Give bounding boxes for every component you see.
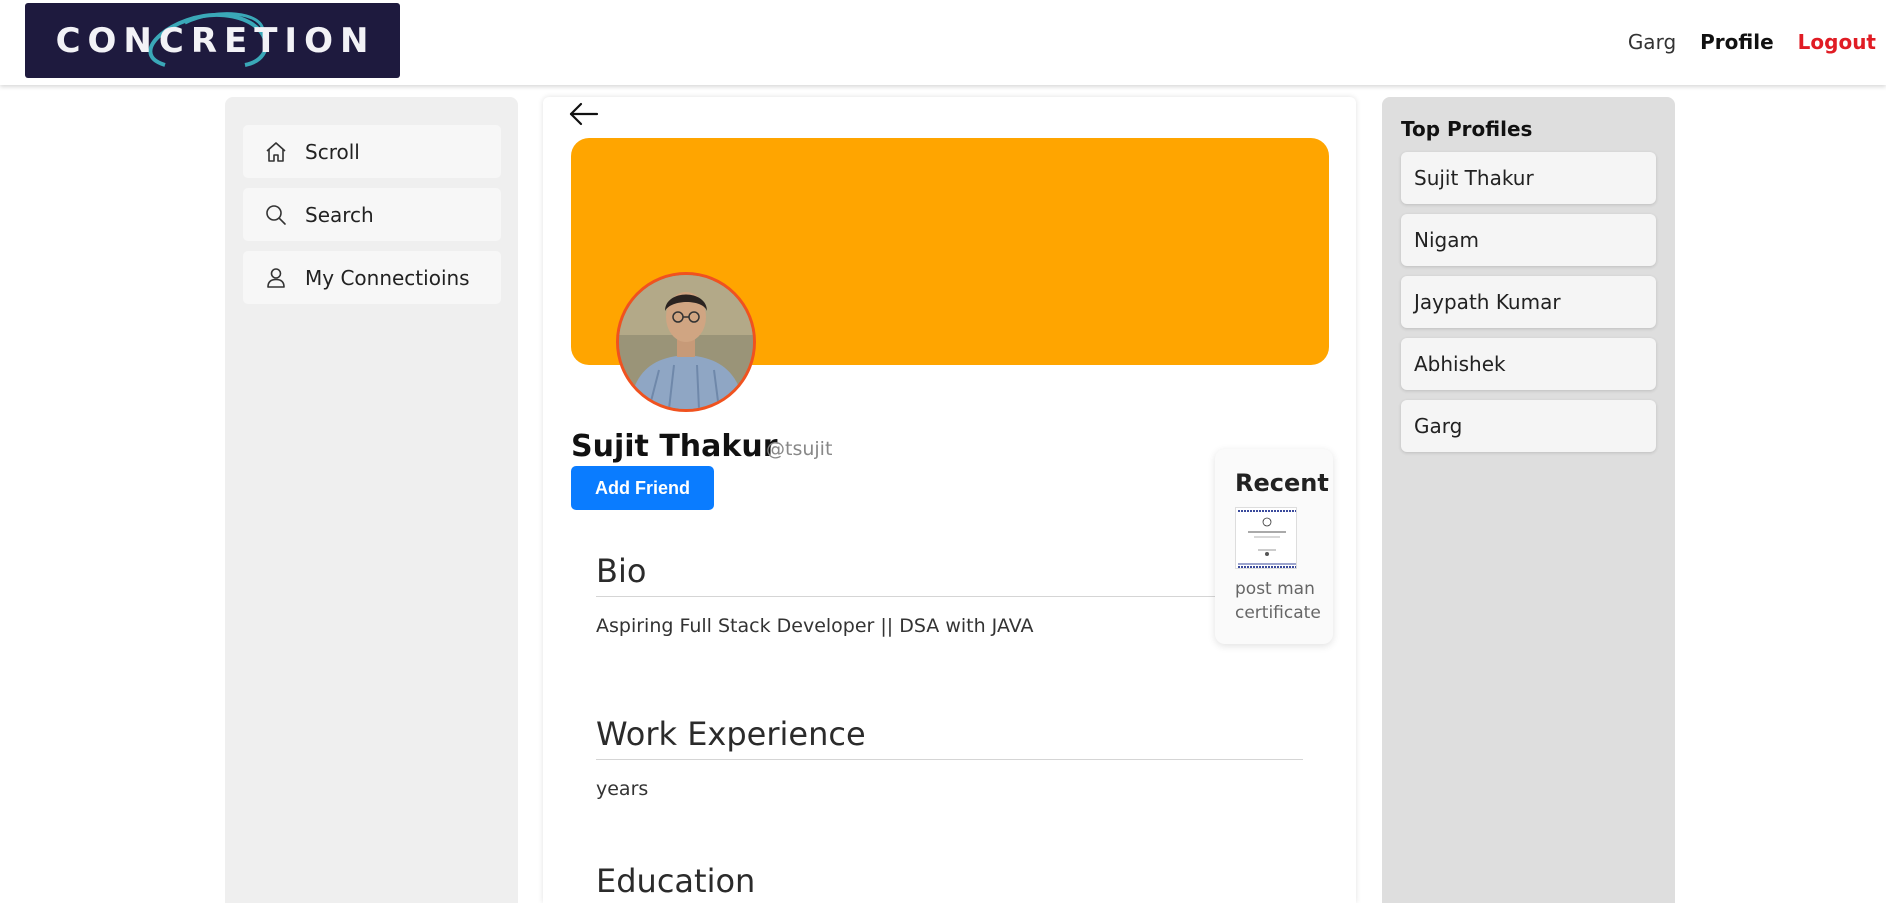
education-section: Education [596, 862, 1303, 903]
work-experience-section: Work Experience years [596, 715, 1303, 800]
bio-section: Bio Aspiring Full Stack Developer || DSA… [596, 552, 1303, 637]
section-content: years [596, 778, 649, 800]
recent-thumbnail[interactable] [1235, 507, 1297, 569]
sidebar-item-connections[interactable]: My Connectioins [243, 251, 501, 304]
sidebar-item-search[interactable]: Search [243, 188, 501, 241]
avatar-photo [619, 275, 753, 409]
top-navbar: CONCRETION Garg Profile Logout [0, 0, 1886, 85]
add-friend-button[interactable]: Add Friend [571, 466, 714, 510]
recent-title: Recent [1235, 469, 1329, 497]
sidebar-item-scroll[interactable]: Scroll [243, 125, 501, 178]
top-profile-item[interactable]: Jaypath Kumar [1401, 276, 1656, 328]
sidebar-item-label: My Connectioins [305, 265, 470, 290]
nav-profile-link[interactable]: Profile [1700, 30, 1774, 54]
search-icon [263, 202, 289, 228]
section-title: Education [596, 862, 756, 900]
logo-text: CONCRETION [55, 20, 376, 61]
certificate-thumbnail-image [1236, 508, 1296, 568]
header-nav: Garg Profile Logout [1628, 30, 1876, 54]
avatar[interactable] [616, 272, 756, 412]
nav-username: Garg [1627, 30, 1677, 54]
logo[interactable]: CONCRETION [25, 3, 400, 78]
profile-handle: @tsujit [766, 438, 833, 460]
recent-card: Recent post man certificate [1215, 449, 1333, 644]
sidebar-item-label: Scroll [305, 139, 360, 164]
profile-main: Sujit Thakur @tsujit Add Friend Bio Aspi… [543, 97, 1356, 903]
back-arrow-icon[interactable] [567, 99, 601, 129]
top-profile-item[interactable]: Sujit Thakur [1401, 152, 1656, 204]
home-icon [263, 139, 289, 165]
right-sidebar: Top Profiles Sujit Thakur Nigam Jaypath … [1382, 97, 1675, 903]
top-profile-item[interactable]: Garg [1401, 400, 1656, 452]
recent-caption[interactable]: post man certificate [1235, 577, 1331, 625]
section-title: Work Experience [596, 715, 1303, 760]
nav-logout-link[interactable]: Logout [1798, 30, 1876, 54]
section-title: Bio [596, 552, 1303, 597]
section-content: Aspiring Full Stack Developer || DSA wit… [596, 615, 1034, 637]
left-sidebar: Scroll Search My Connectioins [225, 97, 518, 903]
top-profiles-title: Top Profiles [1401, 117, 1533, 141]
top-profile-item[interactable]: Nigam [1401, 214, 1656, 266]
sidebar-item-label: Search [305, 202, 374, 227]
top-profile-item[interactable]: Abhishek [1401, 338, 1656, 390]
user-icon [263, 265, 289, 291]
profile-name: Sujit Thakur [571, 429, 778, 464]
